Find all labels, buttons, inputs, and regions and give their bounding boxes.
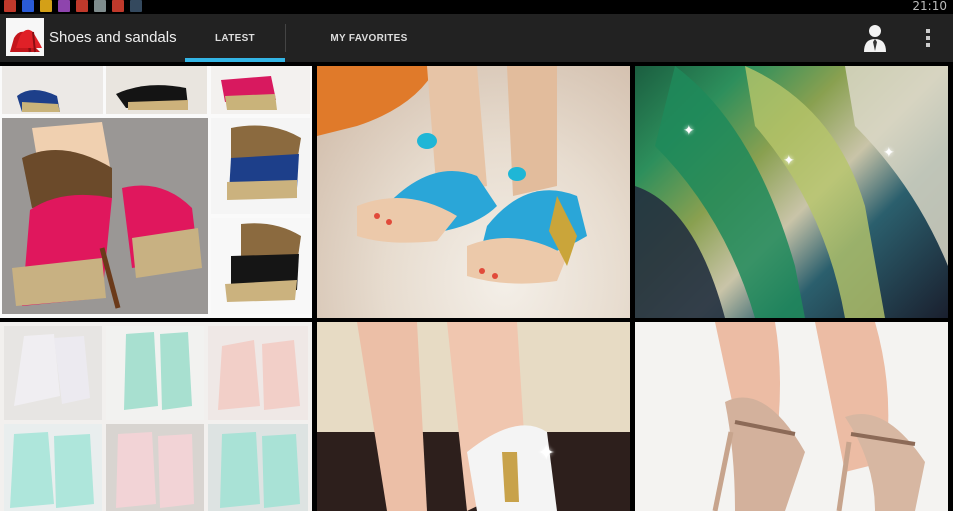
- gallery-tile[interactable]: [0, 322, 312, 511]
- notification-icon: [22, 0, 34, 12]
- gallery-tile[interactable]: [317, 66, 630, 318]
- image-grid: ✦ ✦ ✦ ✦: [0, 62, 953, 511]
- tab-latest[interactable]: LATEST: [185, 14, 285, 62]
- notification-icon: [76, 0, 88, 12]
- notification-icon: [40, 0, 52, 12]
- profile-button[interactable]: [858, 21, 892, 55]
- action-bar: Shoes and sandals LATEST MY FAVORITES: [0, 14, 953, 62]
- gallery-tile[interactable]: [0, 66, 312, 318]
- gallery-tile[interactable]: [635, 322, 948, 511]
- notification-icon: [130, 0, 142, 12]
- tab-my-favorites[interactable]: MY FAVORITES: [285, 14, 453, 62]
- tab-my-favorites-label: MY FAVORITES: [330, 32, 408, 44]
- gallery-tile[interactable]: ✦: [317, 322, 630, 511]
- tab-latest-label: LATEST: [215, 32, 255, 44]
- notification-icon: [4, 0, 16, 12]
- overflow-menu-icon[interactable]: [918, 24, 938, 52]
- notification-icons: [4, 0, 142, 12]
- person-icon: [864, 25, 886, 52]
- notification-icon: [112, 0, 124, 12]
- app-title: Shoes and sandals: [49, 29, 177, 46]
- status-time: 21:10: [912, 0, 947, 13]
- status-bar: 21:10: [0, 0, 953, 14]
- notification-icon: [58, 0, 70, 12]
- notification-icon: [94, 0, 106, 12]
- app-logo-icon: [6, 18, 44, 56]
- gallery-tile[interactable]: ✦ ✦ ✦: [635, 66, 948, 318]
